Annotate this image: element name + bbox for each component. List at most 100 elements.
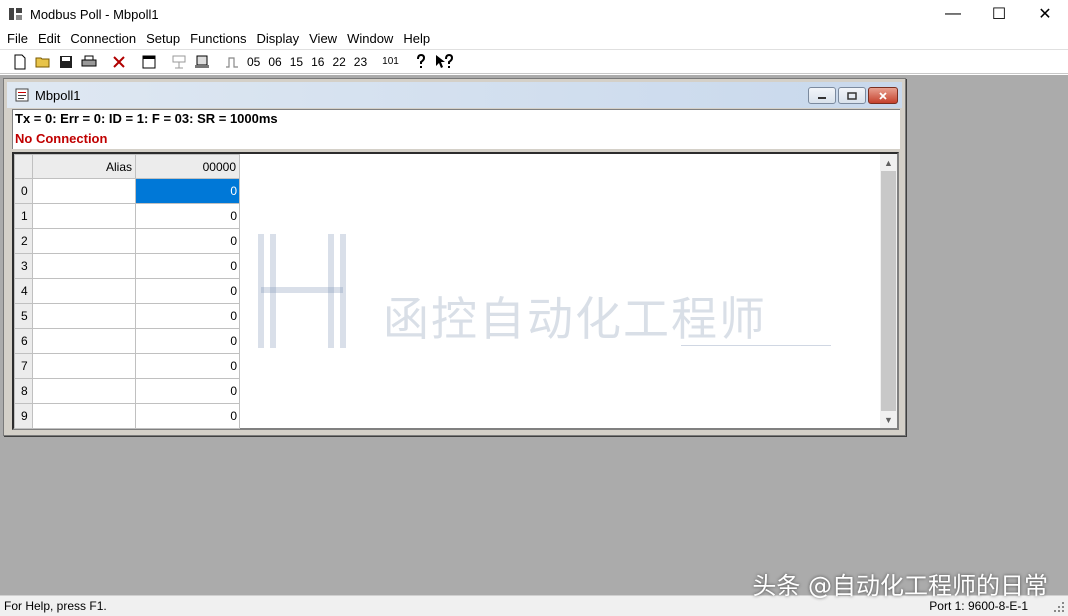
alias-cell[interactable]	[32, 378, 136, 404]
address-column-header[interactable]: 00000	[135, 154, 240, 179]
connect-icon	[172, 55, 185, 68]
menu-file[interactable]: File	[2, 28, 33, 49]
value-cell[interactable]: 0	[135, 228, 240, 254]
toolbar-separator	[133, 52, 134, 71]
mbpoll-child-window: Mbpoll1 Tx = 0: Err = 0: ID = 1: F = 03:…	[3, 78, 906, 436]
scroll-down-icon[interactable]: ▼	[880, 411, 897, 428]
register-grid[interactable]: Alias 00000 0 0 1 0 2 0 3 0 4 0 5 0 6 0 …	[12, 152, 899, 430]
value-cell[interactable]: 0	[135, 278, 240, 304]
close-button[interactable]: ✕	[1022, 0, 1068, 28]
help-button[interactable]	[410, 51, 433, 73]
corner-watermark: 头条 @自动化工程师的日常	[752, 572, 1048, 600]
value-cell[interactable]: 0	[135, 378, 240, 404]
alias-cell[interactable]	[32, 228, 136, 254]
table-row: 6 0	[14, 328, 240, 354]
new-file-icon	[14, 54, 25, 69]
function-05-button[interactable]: 05	[243, 51, 264, 73]
connect-button[interactable]	[167, 51, 190, 73]
window-title: Modbus Poll - Mbpoll1	[30, 6, 159, 22]
child-window-controls	[808, 87, 898, 104]
alias-cell[interactable]	[32, 278, 136, 304]
menu-help[interactable]: Help	[398, 28, 435, 49]
printer-icon	[81, 55, 96, 66]
delete-button[interactable]	[107, 51, 130, 73]
scroll-up-icon[interactable]: ▲	[880, 154, 897, 171]
menu-view[interactable]: View	[304, 28, 342, 49]
child-restore-button[interactable]	[838, 87, 866, 104]
function-101-button[interactable]: 101	[378, 51, 403, 73]
value-cell[interactable]: 0	[135, 328, 240, 354]
value-cell[interactable]: 0	[135, 303, 240, 329]
print-button[interactable]	[77, 51, 100, 73]
child-titlebar[interactable]: Mbpoll1	[7, 82, 902, 108]
poll-status-line: Tx = 0: Err = 0: ID = 1: F = 03: SR = 10…	[15, 111, 278, 126]
row-index: 4	[14, 278, 33, 304]
table-row: 4 0	[14, 278, 240, 304]
window-button[interactable]	[137, 51, 160, 73]
function-15-button[interactable]: 15	[286, 51, 307, 73]
function-06-button[interactable]: 06	[264, 51, 285, 73]
table-row: 9 0	[14, 403, 240, 429]
alias-cell[interactable]	[32, 353, 136, 379]
context-help-button[interactable]	[433, 51, 456, 73]
alias-cell[interactable]	[32, 403, 136, 429]
alias-cell[interactable]	[32, 303, 136, 329]
child-title: Mbpoll1	[35, 87, 81, 103]
alias-cell[interactable]	[32, 178, 136, 204]
function-22-button[interactable]: 22	[328, 51, 349, 73]
toolbar: 05 06 15 16 22 23 101	[0, 49, 1068, 74]
row-index: 1	[14, 203, 33, 229]
toolbar-separator	[374, 52, 376, 71]
value-cell[interactable]: 0	[135, 253, 240, 279]
open-folder-icon	[35, 57, 49, 67]
menu-functions[interactable]: Functions	[185, 28, 251, 49]
new-button[interactable]	[8, 51, 31, 73]
table-row: 5 0	[14, 303, 240, 329]
row-index: 7	[14, 353, 33, 379]
save-button[interactable]	[54, 51, 77, 73]
restore-icon	[847, 91, 857, 100]
menu-connection[interactable]: Connection	[65, 28, 141, 49]
function-16-button[interactable]: 16	[307, 51, 328, 73]
row-index: 6	[14, 328, 33, 354]
grid-corner-header	[14, 154, 33, 179]
delete-x-icon	[112, 55, 125, 68]
table-row: 0 0	[14, 178, 240, 204]
vertical-scrollbar[interactable]: ▲ ▼	[880, 154, 897, 428]
close-icon	[879, 91, 887, 100]
table-row: 8 0	[14, 378, 240, 404]
child-minimize-button[interactable]	[808, 87, 836, 104]
minimize-button[interactable]: —	[930, 0, 976, 28]
pulse-button[interactable]	[220, 51, 243, 73]
menu-edit[interactable]: Edit	[33, 28, 65, 49]
child-close-button[interactable]	[868, 87, 898, 104]
help-hint: For Help, press F1.	[4, 599, 107, 613]
row-index: 8	[14, 378, 33, 404]
scrollbar-thumb[interactable]	[881, 171, 896, 411]
modbus-app-icon	[9, 8, 22, 20]
row-index: 9	[14, 403, 33, 429]
value-cell[interactable]: 0	[135, 203, 240, 229]
value-cell[interactable]: 0	[135, 403, 240, 429]
row-index: 0	[14, 178, 33, 204]
open-button[interactable]	[31, 51, 54, 73]
table-row: 1 0	[14, 203, 240, 229]
question-mark-icon	[417, 53, 426, 68]
context-help-icon	[436, 53, 454, 68]
menu-window[interactable]: Window	[342, 28, 398, 49]
alias-cell[interactable]	[32, 203, 136, 229]
value-cell[interactable]: 0	[135, 353, 240, 379]
disconnect-button[interactable]	[190, 51, 213, 73]
resize-grip-icon[interactable]	[1052, 600, 1066, 614]
alias-cell[interactable]	[32, 328, 136, 354]
maximize-button[interactable]: ☐	[976, 0, 1022, 28]
disconnect-icon	[194, 55, 209, 68]
menu-display[interactable]: Display	[252, 28, 305, 49]
alias-cell[interactable]	[32, 253, 136, 279]
menu-setup[interactable]: Setup	[141, 28, 185, 49]
alias-column-header[interactable]: Alias	[32, 154, 136, 179]
function-23-button[interactable]: 23	[350, 51, 371, 73]
value-cell-selected[interactable]: 0	[135, 178, 240, 204]
menubar: File Edit Connection Setup Functions Dis…	[0, 28, 1068, 49]
toolbar-separator	[405, 52, 407, 71]
